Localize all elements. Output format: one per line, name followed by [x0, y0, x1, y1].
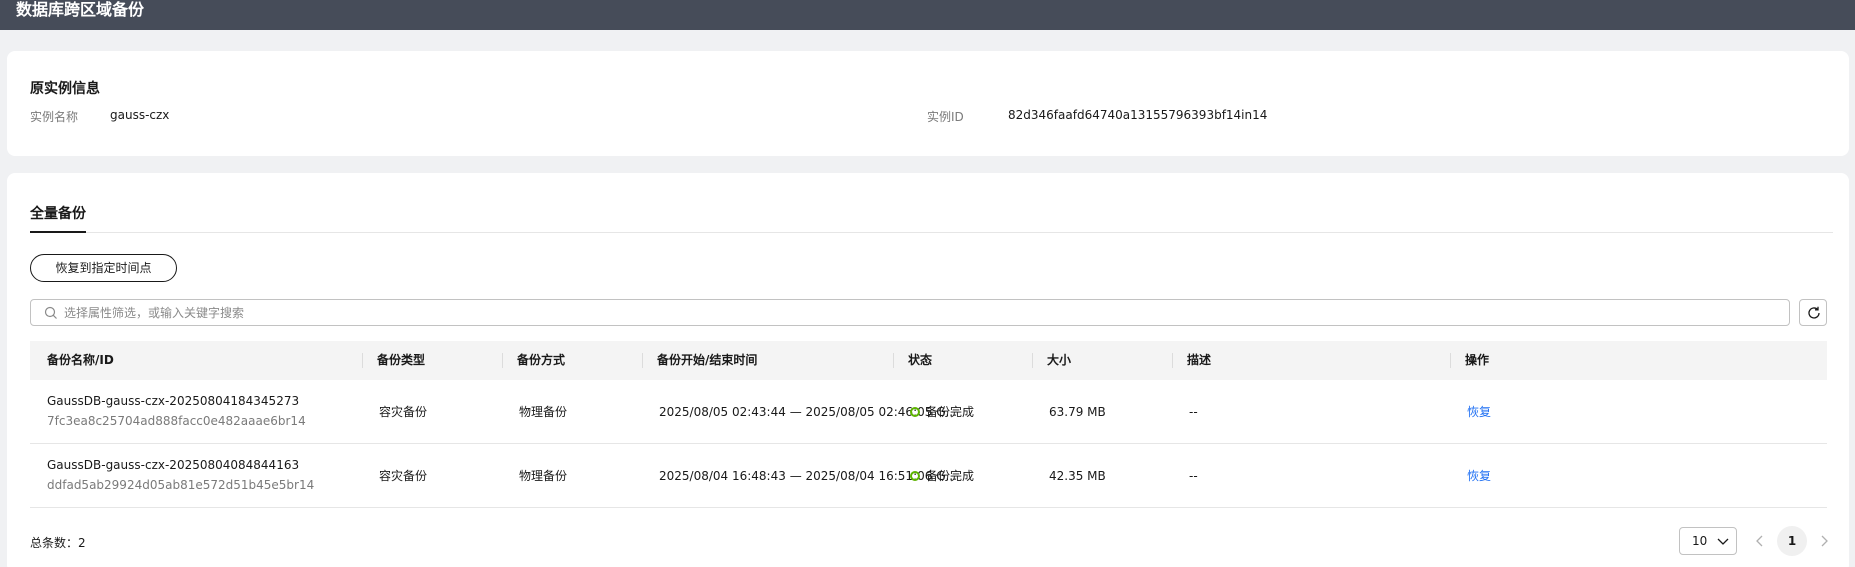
column-header-action: 操作	[1465, 353, 1490, 367]
instance-name-label: 实例名称	[30, 110, 79, 124]
backup-id: 7fc3ea8c25704ad888facc0e482aaae6br14	[47, 414, 306, 428]
section-title-instance-info: 原实例信息	[30, 81, 100, 97]
status-cell: 备份完成	[910, 444, 974, 508]
backup-description: --	[1189, 405, 1198, 419]
top-header-bar: 数据库跨区域备份	[0, 0, 1855, 30]
backup-name: GaussDB-gauss-czx-20250804184345273	[47, 394, 300, 408]
column-divider	[642, 353, 643, 368]
tab-full-backup[interactable]: 全量备份	[30, 205, 86, 233]
status-success-icon	[910, 470, 920, 481]
chevron-down-icon	[1717, 538, 1729, 545]
restore-to-point-in-time-button[interactable]: 恢复到指定时间点	[30, 254, 177, 282]
search-box[interactable]	[30, 299, 1790, 326]
column-divider	[1172, 353, 1173, 368]
column-divider	[1032, 353, 1033, 368]
chevron-right-icon[interactable]	[1814, 531, 1834, 551]
table-row: GaussDB-gauss-czx-20250804184345273 7fc3…	[30, 380, 1827, 444]
backup-type: 容灾备份	[379, 405, 428, 419]
column-header-type: 备份类型	[377, 353, 426, 367]
status-text: 备份完成	[926, 405, 975, 419]
table-row: GaussDB-gauss-czx-20250804084844163 ddfa…	[30, 444, 1827, 508]
column-header-method: 备份方式	[517, 353, 566, 367]
chevron-left-icon[interactable]	[1750, 531, 1770, 551]
backup-type: 容灾备份	[379, 469, 428, 483]
page-number-current[interactable]: 1	[1777, 526, 1807, 556]
instance-info-card: 原实例信息 实例名称 gauss-czx 实例ID 82d346faafd647…	[7, 51, 1849, 156]
refresh-icon	[1808, 306, 1820, 319]
table-header: 备份名称/ID 备份类型 备份方式 备份开始/结束时间 状态 大小 描述 操作	[30, 341, 1827, 380]
backup-size: 63.79 MB	[1049, 405, 1106, 419]
column-divider	[893, 353, 894, 368]
status-success-icon	[910, 406, 920, 417]
page-size-value: 10	[1692, 534, 1708, 548]
column-header-status: 状态	[908, 353, 933, 367]
instance-id-label: 实例ID	[927, 110, 964, 124]
page-size-select[interactable]: 10	[1679, 527, 1737, 555]
backup-method: 物理备份	[519, 405, 568, 419]
instance-name-value: gauss-czx	[110, 108, 170, 122]
tab-bar: 全量备份	[30, 173, 1833, 233]
backup-description: --	[1189, 469, 1198, 483]
restore-link[interactable]: 恢复	[1467, 444, 1491, 508]
backup-name: GaussDB-gauss-czx-20250804084844163	[47, 458, 300, 472]
status-cell: 备份完成	[910, 380, 974, 444]
status-text: 备份完成	[926, 469, 975, 483]
column-header-size: 大小	[1047, 353, 1072, 367]
column-header-description: 描述	[1187, 353, 1212, 367]
backup-table: 备份名称/ID 备份类型 备份方式 备份开始/结束时间 状态 大小 描述 操作 …	[30, 341, 1827, 508]
column-divider	[502, 353, 503, 368]
backup-list-card: 全量备份 恢复到指定时间点 备份名称/ID 备份类型 备份方式 备份开始/结束时…	[7, 173, 1849, 567]
column-divider	[1450, 353, 1451, 368]
column-header-name: 备份名称/ID	[47, 353, 114, 367]
total-count: 总条数：2	[30, 536, 86, 550]
backup-size: 42.35 MB	[1049, 469, 1106, 483]
backup-id: ddfad5ab29924d05ab81e572d51b45e5br14	[47, 478, 315, 492]
search-input[interactable]	[64, 303, 1764, 322]
backup-method: 物理备份	[519, 469, 568, 483]
refresh-button[interactable]	[1799, 299, 1827, 326]
instance-id-value: 82d346faafd64740a13155796393bf14in14	[1008, 108, 1268, 122]
restore-link[interactable]: 恢复	[1467, 380, 1491, 444]
column-header-time: 备份开始/结束时间	[657, 353, 758, 367]
column-divider	[362, 353, 363, 368]
page-title: 数据库跨区域备份	[16, 0, 145, 19]
search-icon	[44, 306, 57, 319]
